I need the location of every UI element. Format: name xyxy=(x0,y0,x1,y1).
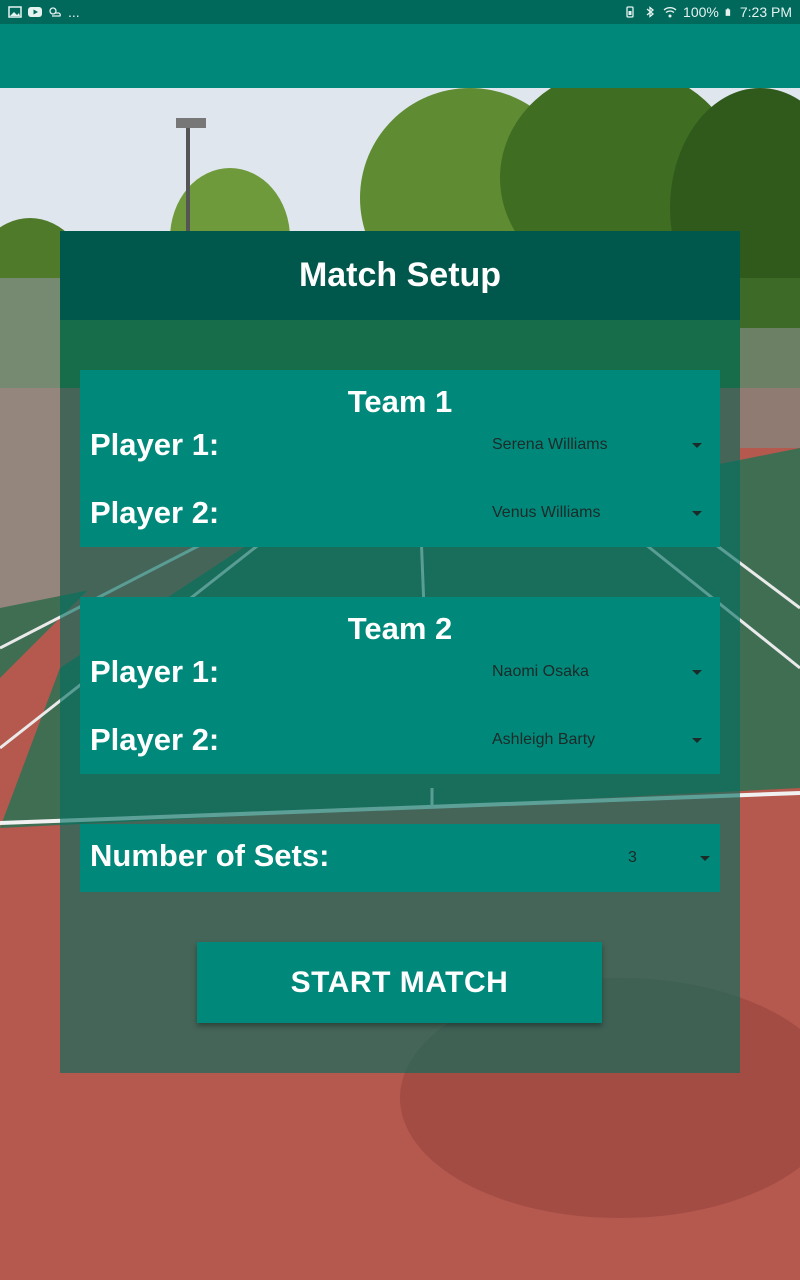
team-2-title: Team 2 xyxy=(347,611,453,646)
page-title: Match Setup xyxy=(298,256,502,294)
status-left: ... xyxy=(8,4,80,20)
team-2-player-1-value: Naomi Osaka xyxy=(492,663,589,680)
sets-card: Number of Sets: 3 xyxy=(80,824,720,892)
team-1-card: Team 1 Player 1: Serena Williams Player … xyxy=(80,370,720,547)
team-1-player-1-dropdown[interactable]: Serena Williams xyxy=(492,428,710,462)
team-2-player-2-value: Ashleigh Barty xyxy=(492,731,596,748)
match-setup-panel: Match Setup Team 1 Player 1: Serena Will… xyxy=(60,231,740,1073)
dropdown-arrow-icon xyxy=(692,669,702,675)
status-right: 100% 7:23 PM xyxy=(623,4,792,20)
team-1-title: Team 1 xyxy=(347,384,453,419)
dropdown-arrow-icon xyxy=(700,855,710,861)
dropdown-arrow-icon xyxy=(692,510,702,516)
sets-label: Number of Sets: xyxy=(90,838,330,873)
battery-percent: 100% xyxy=(683,4,719,20)
battery-icon xyxy=(725,8,731,16)
team-2-card: Team 2 Player 1: Naomi Osaka Player 2: A… xyxy=(80,597,720,774)
app-bar xyxy=(0,24,800,88)
bluetooth-icon xyxy=(646,6,655,18)
youtube-icon xyxy=(28,7,42,17)
team-2-player-1-label: Player 1: xyxy=(90,654,220,689)
team-2-player-2-label: Player 2: xyxy=(90,722,220,757)
sets-dropdown[interactable]: 3 xyxy=(628,841,710,875)
start-match-button[interactable]: START MATCH xyxy=(197,942,602,1023)
team-1-player-1-label: Player 1: xyxy=(90,427,220,462)
weather-icon xyxy=(49,7,61,17)
status-time: 7:23 PM xyxy=(739,4,792,20)
gallery-icon xyxy=(8,6,22,18)
dropdown-arrow-icon xyxy=(692,737,702,743)
status-overflow: ... xyxy=(68,4,80,20)
panel-header: Match Setup xyxy=(60,231,740,320)
wifi-icon xyxy=(663,7,677,18)
team-1-player-2-dropdown[interactable]: Venus Williams xyxy=(492,496,710,530)
team-1-player-2-value: Venus Williams xyxy=(492,504,601,521)
team-2-player-1-dropdown[interactable]: Naomi Osaka xyxy=(492,655,710,689)
team-1-player-2-label: Player 2: xyxy=(90,495,220,530)
team-2-player-2-dropdown[interactable]: Ashleigh Barty xyxy=(492,723,710,757)
battery-saver-icon xyxy=(626,6,634,18)
status-bar: ... 100% 7:23 PM xyxy=(0,0,800,24)
team-1-player-1-value: Serena Williams xyxy=(492,436,608,453)
sets-value: 3 xyxy=(628,849,637,866)
dropdown-arrow-icon xyxy=(692,442,702,448)
